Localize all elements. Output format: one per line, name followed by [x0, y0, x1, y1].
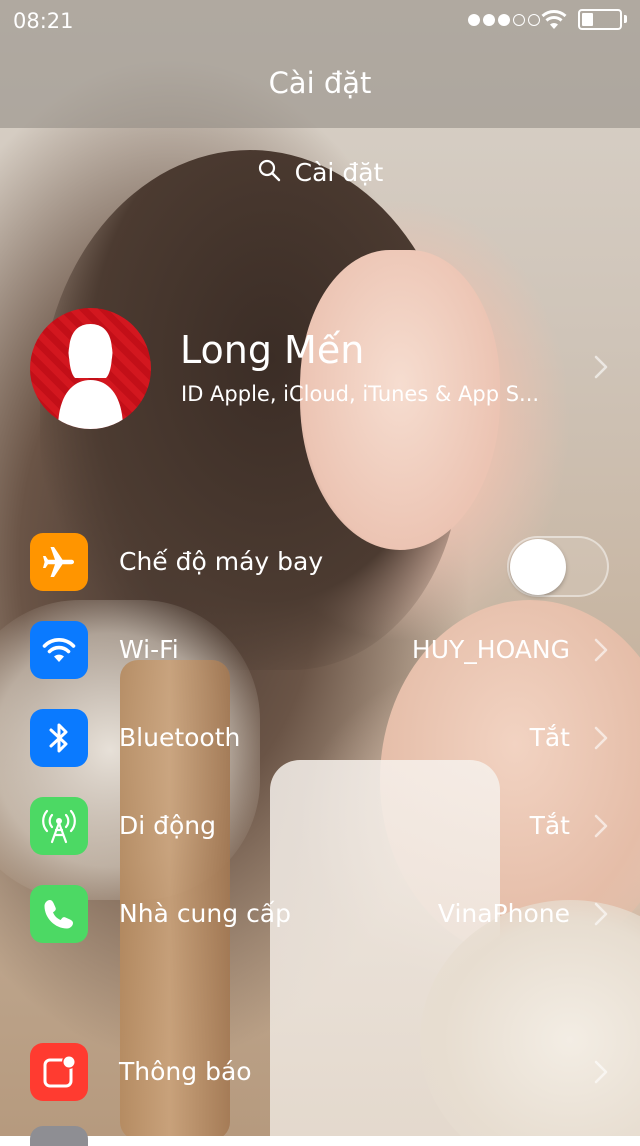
toggle-knob	[510, 539, 566, 595]
chevron-right-icon	[594, 355, 608, 379]
airplane-icon	[30, 533, 88, 591]
signal-dot	[498, 14, 510, 26]
settings-row-wifi[interactable]: Wi-Fi HUY_HOANG	[0, 607, 640, 695]
notifications-label: Thông báo	[119, 1057, 252, 1086]
profile-name: Long Mến	[180, 328, 365, 372]
carrier-label: Nhà cung cấp	[119, 899, 291, 928]
signal-dot	[483, 14, 495, 26]
settings-row-notifications[interactable]: Thông báo	[0, 1029, 640, 1117]
next-row-icon-partial	[30, 1126, 88, 1146]
settings-row-carrier[interactable]: Nhà cung cấp VinaPhone	[0, 871, 640, 959]
avatar	[30, 308, 151, 429]
chevron-right-icon	[594, 1060, 608, 1084]
search-icon	[257, 158, 281, 186]
bluetooth-icon	[30, 709, 88, 767]
search-placeholder: Cài đặt	[294, 157, 384, 187]
signal-dot	[528, 14, 540, 26]
carrier-name: VinaPhone	[437, 899, 570, 928]
airplane-mode-label: Chế độ máy bay	[119, 547, 324, 576]
bluetooth-status: Tắt	[529, 723, 570, 752]
cellular-signal-icon	[468, 11, 540, 29]
cellular-label: Di động	[119, 811, 217, 840]
chevron-right-icon	[594, 902, 608, 926]
status-time: 08:21	[13, 9, 74, 33]
status-bar: 08:21	[0, 0, 640, 40]
signal-dot	[468, 14, 480, 26]
chevron-right-icon	[594, 638, 608, 662]
settings-row-cellular[interactable]: Di động Tắt	[0, 783, 640, 871]
profile-subtitle: ID Apple, iCloud, iTunes & App S...	[181, 382, 540, 406]
airplane-mode-toggle[interactable]	[507, 536, 609, 597]
wifi-icon	[30, 621, 88, 679]
battery-tip	[624, 15, 627, 23]
cellular-status: Tắt	[529, 811, 570, 840]
signal-dot	[513, 14, 525, 26]
settings-row-bluetooth[interactable]: Bluetooth Tắt	[0, 695, 640, 783]
wifi-label: Wi-Fi	[119, 635, 179, 664]
settings-search[interactable]: Cài đặt	[0, 152, 640, 192]
battery-icon	[578, 9, 622, 30]
chevron-right-icon	[594, 814, 608, 838]
chevron-right-icon	[594, 726, 608, 750]
phone-icon	[30, 885, 88, 943]
notifications-icon	[30, 1043, 88, 1101]
wifi-status-icon	[541, 9, 567, 34]
page-title: Cài đặt	[268, 66, 372, 100]
bluetooth-label: Bluetooth	[119, 723, 241, 752]
wifi-network-name: HUY_HOANG	[411, 635, 570, 664]
apple-id-profile-row[interactable]: Long Mến ID Apple, iCloud, iTunes & App …	[0, 298, 640, 438]
cellular-antenna-icon	[30, 797, 88, 855]
battery-level	[582, 13, 593, 26]
settings-row-airplane-mode: Chế độ máy bay	[0, 519, 640, 607]
